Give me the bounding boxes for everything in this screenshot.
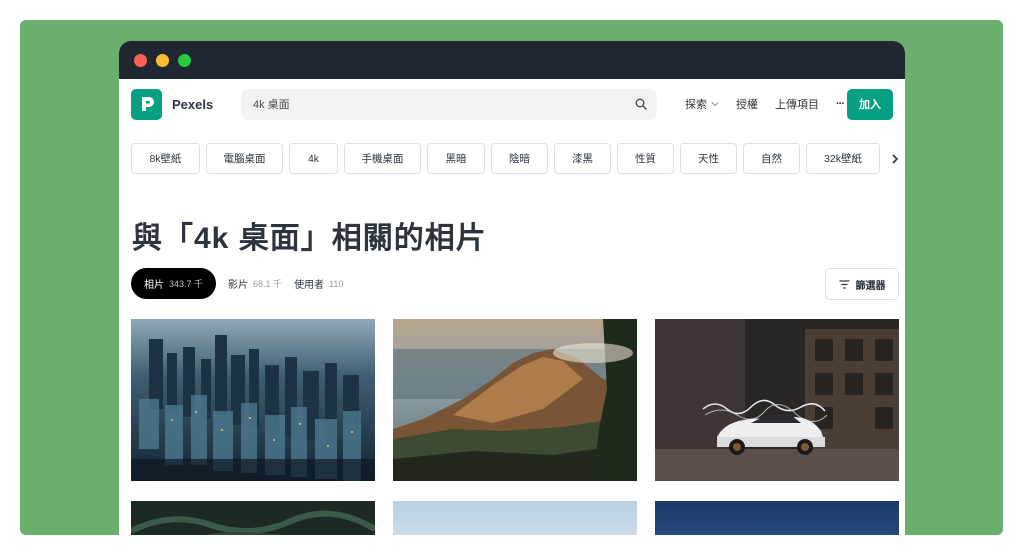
tag-chip[interactable]: 自然 [743, 143, 800, 174]
photo-mountain-ridge[interactable] [393, 319, 637, 481]
tag-chip[interactable]: 手機桌面 [344, 143, 421, 174]
top-navbar: Pexels 4k 桌面 探索 授權 上傳項目 ··· 加入 [119, 79, 905, 129]
photo-sky[interactable] [393, 501, 637, 535]
tab-photos-label: 相片 [144, 280, 164, 291]
tag-chip[interactable]: 4k [289, 143, 338, 174]
night-sky-photo-image [655, 501, 899, 535]
tag-chip[interactable]: 電腦桌面 [206, 143, 283, 174]
tab-videos-count: 68.1 千 [253, 279, 283, 289]
browser-window: Pexels 4k 桌面 探索 授權 上傳項目 ··· 加入 8k壁紙 電腦桌面… [119, 41, 905, 535]
city-photo-image [131, 319, 375, 481]
tab-users-label: 使用者 [294, 280, 325, 291]
related-tags-bar: 8k壁紙 電腦桌面 4k 手機桌面 黑暗 陰暗 漆黑 性質 天性 自然 32k壁… [131, 143, 905, 175]
nav-upload[interactable]: 上傳項目 [775, 96, 819, 112]
search-icon[interactable] [635, 98, 647, 110]
photo-city-aerial[interactable] [131, 319, 375, 481]
photo-white-car-night[interactable] [655, 319, 899, 481]
sky-photo-image [393, 501, 637, 535]
palm-photo-image [131, 501, 375, 535]
tag-chip[interactable]: 黑暗 [427, 143, 485, 174]
search-input[interactable]: 4k 桌面 [253, 96, 635, 112]
mountain-photo-image [393, 319, 637, 481]
tag-chip[interactable]: 天性 [680, 143, 737, 174]
close-window-dot[interactable] [134, 53, 147, 67]
filter-button-label: 篩選器 [855, 280, 886, 292]
window-titlebar [119, 41, 905, 79]
pexels-logo[interactable] [131, 88, 162, 120]
maximize-window-dot[interactable] [178, 53, 191, 67]
chevron-down-icon [711, 102, 719, 107]
tab-photos[interactable]: 相片 343.7 千 [131, 268, 217, 299]
car-photo-image [655, 319, 899, 481]
tab-videos[interactable]: 影片 68.1 千 [228, 268, 282, 299]
tab-users[interactable]: 使用者 110 [294, 268, 343, 299]
minimize-window-dot[interactable] [156, 53, 169, 67]
tab-users-count: 110 [329, 278, 344, 289]
tags-scroll-right-button[interactable] [885, 143, 905, 174]
tag-chip[interactable]: 8k壁紙 [131, 143, 200, 174]
photo-night-sky[interactable] [655, 501, 899, 535]
join-button[interactable]: 加入 [847, 88, 893, 120]
tag-chip[interactable]: 漆黑 [554, 143, 611, 174]
chevron-right-icon [892, 153, 899, 164]
filter-button[interactable]: 篩選器 [825, 268, 899, 300]
filter-icon [839, 279, 849, 289]
more-menu-button[interactable]: ··· [836, 98, 845, 110]
tag-chip[interactable]: 32k壁紙 [806, 143, 880, 174]
tag-chip[interactable]: 性質 [617, 143, 674, 174]
photo-palm-leaves[interactable] [131, 501, 375, 535]
pexels-logo-icon [141, 97, 154, 111]
nav-explore[interactable]: 探索 [685, 96, 719, 112]
media-type-tabs: 相片 343.7 千 影片 68.1 千 使用者 110 [131, 268, 343, 299]
tab-videos-label: 影片 [228, 280, 249, 291]
search-bar[interactable]: 4k 桌面 [241, 88, 657, 120]
page-title: 與「4k 桌面」相關的相片 [132, 222, 487, 255]
nav-explore-label: 探索 [685, 99, 707, 111]
brand-name[interactable]: Pexels [172, 97, 230, 112]
nav-links: 探索 授權 上傳項目 ··· [685, 96, 845, 112]
tag-chip[interactable]: 陰暗 [491, 143, 548, 174]
tab-photos-count: 343.7 千 [169, 279, 204, 289]
background-frame: Pexels 4k 桌面 探索 授權 上傳項目 ··· 加入 8k壁紙 電腦桌面… [20, 20, 1003, 535]
nav-license[interactable]: 授權 [736, 96, 758, 112]
